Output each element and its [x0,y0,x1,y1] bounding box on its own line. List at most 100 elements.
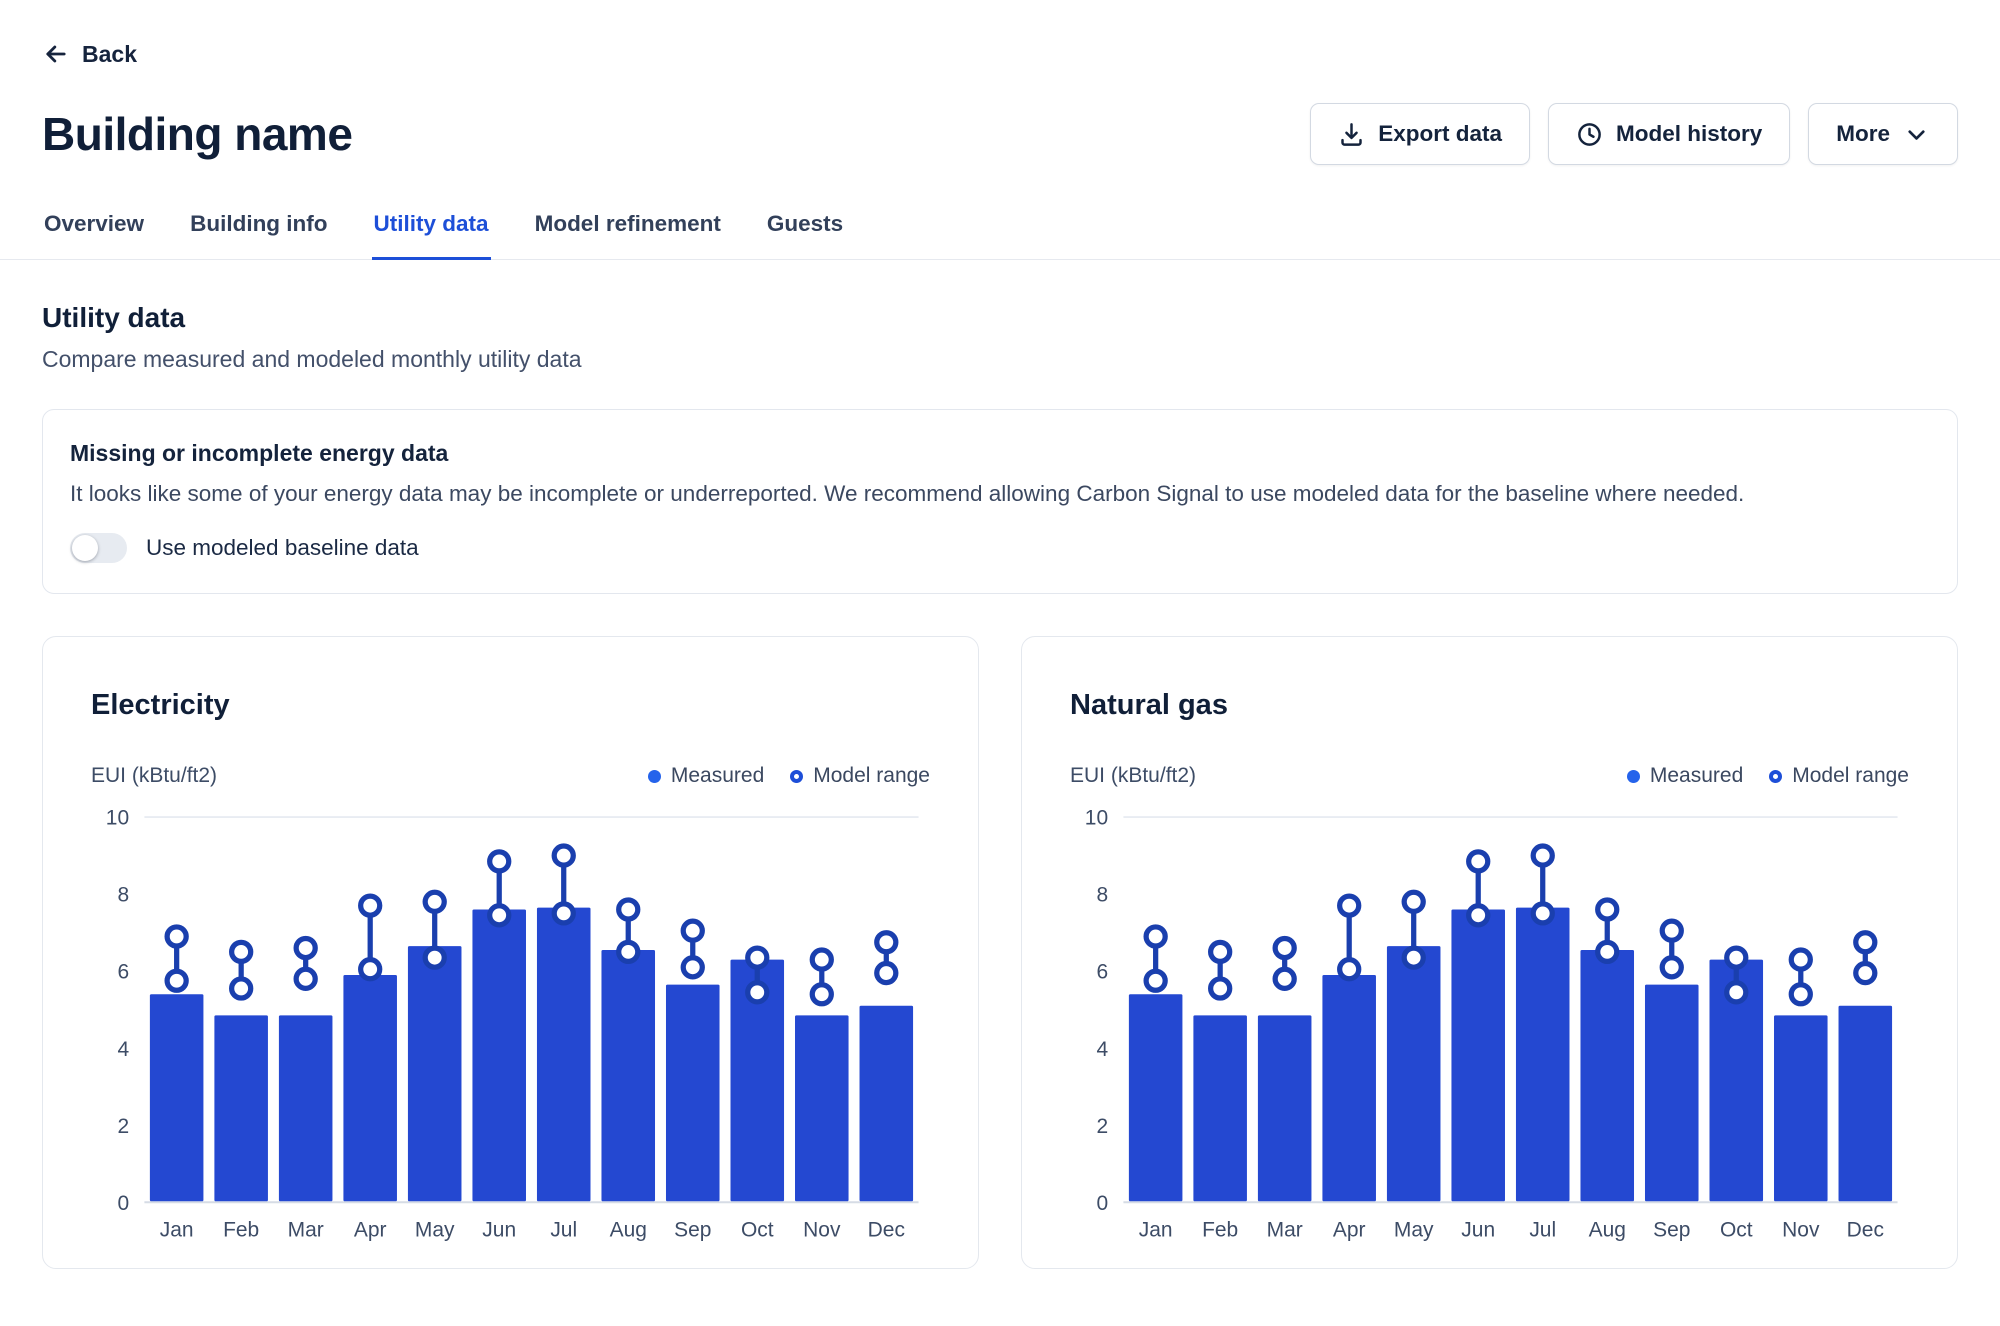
measured-dot-icon [648,770,661,783]
model-range-ring-icon [1769,770,1782,783]
tab-overview[interactable]: Overview [42,201,146,260]
more-button[interactable]: More [1808,103,1958,165]
y-axis-tick-label: 10 [106,807,129,830]
model-range-marker-Mar [296,969,315,988]
measured-bar-Jun [1451,910,1505,1202]
model-range-marker-Oct [748,948,767,967]
electricity-legend: Measured Model range [648,764,930,788]
model-range-marker-Jun [1469,906,1488,925]
y-axis-tick-label: 2 [117,1115,129,1138]
x-axis-tick-label: Mar [1267,1219,1303,1242]
legend-model-range: Model range [790,764,930,788]
model-range-marker-Aug [1598,900,1617,919]
x-axis-tick-label: Mar [288,1219,324,1242]
y-axis-tick-label: 6 [1096,961,1108,984]
toggle-label: Use modeled baseline data [146,535,419,561]
model-range-marker-Jul [554,846,573,865]
natural-gas-card: Natural gas EUI (kBtu/ft2) Measured Mode… [1021,636,1958,1269]
y-axis-tick-label: 2 [1096,1115,1108,1138]
electricity-chart-header: EUI (kBtu/ft2) Measured Model range [91,764,930,788]
electricity-card-title: Electricity [91,689,930,722]
legend-measured: Measured [648,764,764,788]
model-history-button[interactable]: Model history [1548,103,1790,165]
measured-bar-Dec [860,1006,914,1201]
model-range-marker-Jul [1533,846,1552,865]
model-range-marker-Feb [1211,942,1230,961]
x-axis-tick-label: Oct [741,1219,774,1242]
x-axis-tick-label: Feb [223,1219,259,1242]
y-axis-tick-label: 8 [1096,884,1108,907]
model-range-marker-Feb [232,979,251,998]
back-label: Back [82,41,137,68]
x-axis-tick-label: Jun [482,1219,516,1242]
measured-bar-Feb [1193,1015,1247,1201]
measured-bar-Apr [343,975,397,1201]
tab-model-refinement[interactable]: Model refinement [533,201,723,260]
main-content: Utility data Compare measured and modele… [0,302,2000,1269]
natural-gas-card-title: Natural gas [1070,689,1909,722]
model-range-marker-Jan [167,971,186,990]
model-range-marker-May [425,948,444,967]
legend-model-range-label: Model range [813,764,930,788]
model-range-marker-Sep [683,921,702,940]
measured-bar-Sep [1645,985,1699,1202]
model-range-marker-Mar [296,938,315,957]
y-axis-tick-label: 6 [117,961,129,984]
export-data-button[interactable]: Export data [1310,103,1530,165]
model-range-marker-Nov [1791,950,1810,969]
model-range-marker-Oct [748,983,767,1002]
model-range-marker-Oct [1727,983,1746,1002]
x-axis-tick-label: Jul [550,1219,577,1242]
alert-title: Missing or incomplete energy data [70,440,1930,467]
measured-bar-Aug [1580,950,1634,1201]
model-range-marker-Mar [1275,938,1294,957]
back-link[interactable]: Back [42,40,137,68]
model-range-marker-Jul [554,904,573,923]
natural-gas-legend: Measured Model range [1627,764,1909,788]
x-axis-tick-label: Aug [610,1219,647,1242]
legend-measured-label: Measured [1650,764,1743,788]
x-axis-tick-label: Nov [1782,1219,1820,1242]
measured-bar-Jun [472,910,526,1202]
model-range-marker-Aug [619,900,638,919]
model-range-marker-Nov [812,985,831,1004]
y-axis-tick-label: 10 [1085,807,1108,830]
measured-bar-Feb [214,1015,268,1201]
x-axis-tick-label: Dec [868,1219,905,1242]
measured-bar-Jul [1516,908,1570,1202]
measured-bar-Sep [666,985,720,1202]
use-modeled-baseline-toggle[interactable] [70,533,127,563]
tab-utility-data[interactable]: Utility data [372,201,491,260]
x-axis-tick-label: Oct [1720,1219,1753,1242]
missing-data-alert: Missing or incomplete energy data It loo… [42,409,1958,594]
model-range-marker-Feb [232,942,251,961]
title-row: Building name Export data [42,103,1958,165]
electricity-y-axis-title: EUI (kBtu/ft2) [91,764,217,788]
tab-bar: Overview Building info Utility data Mode… [0,201,2000,260]
tab-guests[interactable]: Guests [765,201,845,260]
header: Back Building name Export data [0,0,2000,165]
x-axis-tick-label: Jun [1461,1219,1495,1242]
model-range-marker-Jul [1533,904,1552,923]
model-range-marker-May [425,892,444,911]
x-axis-tick-label: Apr [354,1219,387,1242]
model-range-marker-Jan [1146,971,1165,990]
model-range-marker-Oct [1727,948,1746,967]
model-range-marker-Jan [167,927,186,946]
measured-bar-Apr [1322,975,1376,1201]
section-title: Utility data [42,302,1958,334]
x-axis-tick-label: Apr [1333,1219,1366,1242]
model-range-marker-Jan [1146,927,1165,946]
measured-bar-Jan [1129,994,1183,1201]
measured-bar-Jul [537,908,591,1202]
x-axis-tick-label: Jul [1529,1219,1556,1242]
y-axis-tick-label: 0 [1096,1192,1108,1215]
x-axis-tick-label: Nov [803,1219,841,1242]
model-range-marker-May [1404,892,1423,911]
model-range-marker-Sep [683,958,702,977]
tab-building-info[interactable]: Building info [188,201,329,260]
model-range-marker-Jun [1469,852,1488,871]
x-axis-tick-label: Jan [1139,1219,1173,1242]
model-range-marker-Aug [619,942,638,961]
x-axis-tick-label: Aug [1589,1219,1626,1242]
